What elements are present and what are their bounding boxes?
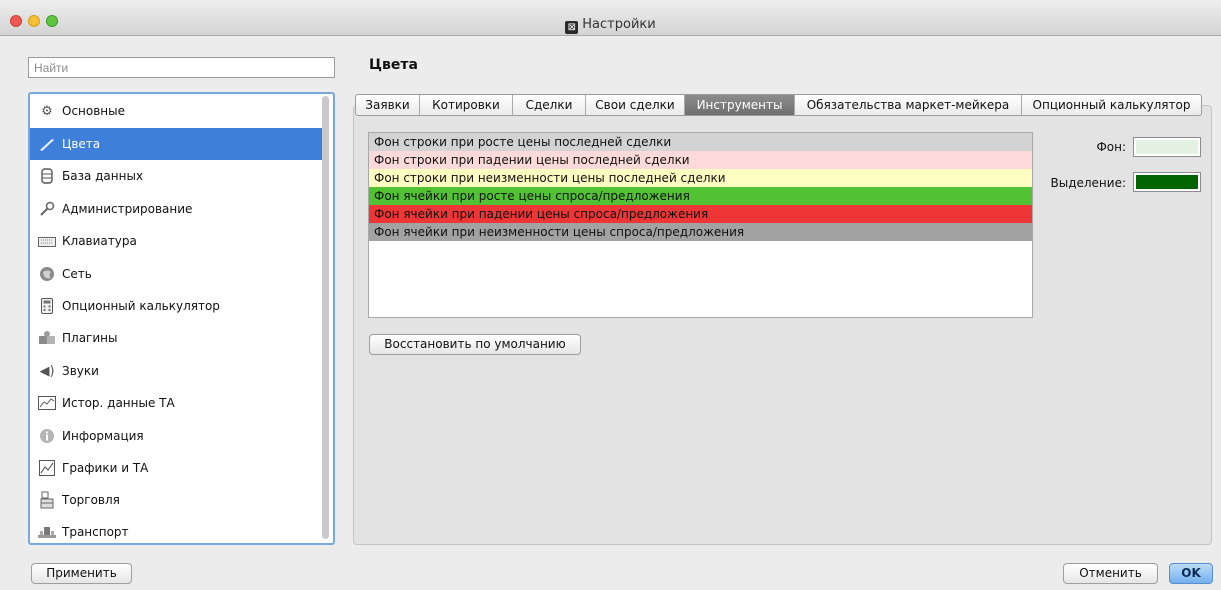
sidebar-item-label: Истор. данные ТА: [62, 396, 175, 410]
page-title: Цвета: [369, 57, 418, 73]
color-row[interactable]: Фон ячейки при росте цены спроса/предлож…: [369, 187, 1032, 205]
selection-color-label: Выделение:: [1050, 176, 1126, 190]
history-chart-icon: [38, 394, 56, 412]
tab-quotes[interactable]: Котировки: [420, 95, 513, 115]
color-row[interactable]: Фон ячейки при падении цены спроса/предл…: [369, 205, 1032, 223]
sidebar-item-network[interactable]: Сеть: [30, 258, 322, 290]
sidebar-item-database[interactable]: База данных: [30, 160, 322, 192]
sidebar-item-charts-ta[interactable]: Графики и ТА: [30, 452, 322, 484]
sidebar-item-label: Торговля: [62, 493, 120, 507]
calculator-icon: [38, 297, 56, 315]
sidebar-item-sounds[interactable]: ◀) Звуки: [30, 355, 322, 387]
sidebar-item-label: Клавиатура: [62, 234, 137, 248]
sidebar-item-label: Плагины: [62, 331, 118, 345]
cancel-button[interactable]: Отменить: [1063, 563, 1158, 584]
sidebar-item-information[interactable]: Информация: [30, 420, 322, 452]
sidebar-item-label: Графики и ТА: [62, 461, 149, 475]
speaker-icon: ◀): [39, 363, 55, 379]
tab-instruments[interactable]: Инструменты: [685, 95, 795, 115]
title-bar: ⊠ Настройки: [0, 0, 1221, 36]
background-color-label: Фон:: [1096, 140, 1126, 154]
background-color-fill: [1136, 140, 1198, 154]
transport-icon: [38, 523, 56, 541]
sidebar-item-transport[interactable]: Транспорт: [30, 516, 322, 543]
sidebar-item-label: Информация: [62, 429, 144, 443]
sidebar-item-administration[interactable]: Администрирование: [30, 193, 322, 225]
tab-trades[interactable]: Сделки: [513, 95, 586, 115]
sidebar-item-label: Звуки: [62, 364, 99, 378]
brush-icon: [38, 135, 56, 153]
wrench-icon: [38, 200, 56, 218]
selection-color-swatch[interactable]: [1133, 172, 1201, 192]
sidebar-item-trading[interactable]: Торговля: [30, 484, 322, 516]
color-row[interactable]: Фон строки при неизменности цены последн…: [369, 169, 1032, 187]
database-icon: [38, 167, 56, 185]
color-row[interactable]: Фон ячейки при неизменности цены спроса/…: [369, 223, 1032, 241]
sidebar-item-colors[interactable]: Цвета: [30, 128, 322, 160]
sidebar-item-label: Сеть: [62, 267, 92, 281]
search-input[interactable]: [28, 57, 335, 78]
sidebar-item-keyboard[interactable]: Клавиатура: [30, 225, 322, 257]
info-icon: [38, 427, 56, 445]
globe-icon: [38, 265, 56, 283]
sidebar-item-label: Цвета: [62, 137, 101, 151]
sidebar-item-label: Основные: [62, 104, 126, 118]
ok-button[interactable]: OK: [1169, 563, 1213, 584]
sidebar-item-label: Администрирование: [62, 202, 193, 216]
apply-button[interactable]: Применить: [31, 563, 132, 584]
puzzle-icon: [38, 329, 56, 347]
window-title: Настройки: [582, 17, 656, 32]
sidebar-item-plugins[interactable]: Плагины: [30, 322, 322, 354]
sidebar: ⚙ Основные Цвета База данных Администрир…: [28, 92, 335, 545]
selection-color-fill: [1136, 175, 1198, 189]
keyboard-icon: [38, 232, 56, 250]
sidebar-item-option-calculator[interactable]: Опционный калькулятор: [30, 290, 322, 322]
sidebar-scrollbar[interactable]: [322, 96, 329, 539]
color-row[interactable]: Фон строки при росте цены последней сдел…: [369, 133, 1032, 151]
sidebar-item-general[interactable]: ⚙ Основные: [30, 95, 322, 127]
color-list: Фон строки при росте цены последней сдел…: [368, 132, 1033, 318]
tab-orders[interactable]: Заявки: [356, 95, 420, 115]
restore-defaults-button[interactable]: Восстановить по умолчанию: [369, 334, 581, 355]
color-row[interactable]: Фон строки при падении цены последней сд…: [369, 151, 1032, 169]
sidebar-item-label: База данных: [62, 169, 144, 183]
background-color-swatch[interactable]: [1133, 137, 1201, 157]
tab-market-maker-obligations[interactable]: Обязательства маркет-мейкера: [795, 95, 1022, 115]
line-chart-icon: [38, 459, 56, 477]
sidebar-item-label: Опционный калькулятор: [62, 299, 220, 313]
window-title-container: ⊠ Настройки: [0, 17, 1221, 34]
app-icon: ⊠: [565, 21, 579, 34]
sidebar-item-history-ta[interactable]: Истор. данные ТА: [30, 387, 322, 419]
tab-bar: Заявки Котировки Сделки Свои сделки Инст…: [355, 94, 1202, 116]
tab-own-trades[interactable]: Свои сделки: [586, 95, 685, 115]
sidebar-item-label: Транспорт: [62, 525, 129, 539]
trade-icon: [38, 491, 56, 509]
tab-option-calculator[interactable]: Опционный калькулятор: [1022, 95, 1201, 115]
gear-icon: ⚙: [41, 103, 53, 119]
